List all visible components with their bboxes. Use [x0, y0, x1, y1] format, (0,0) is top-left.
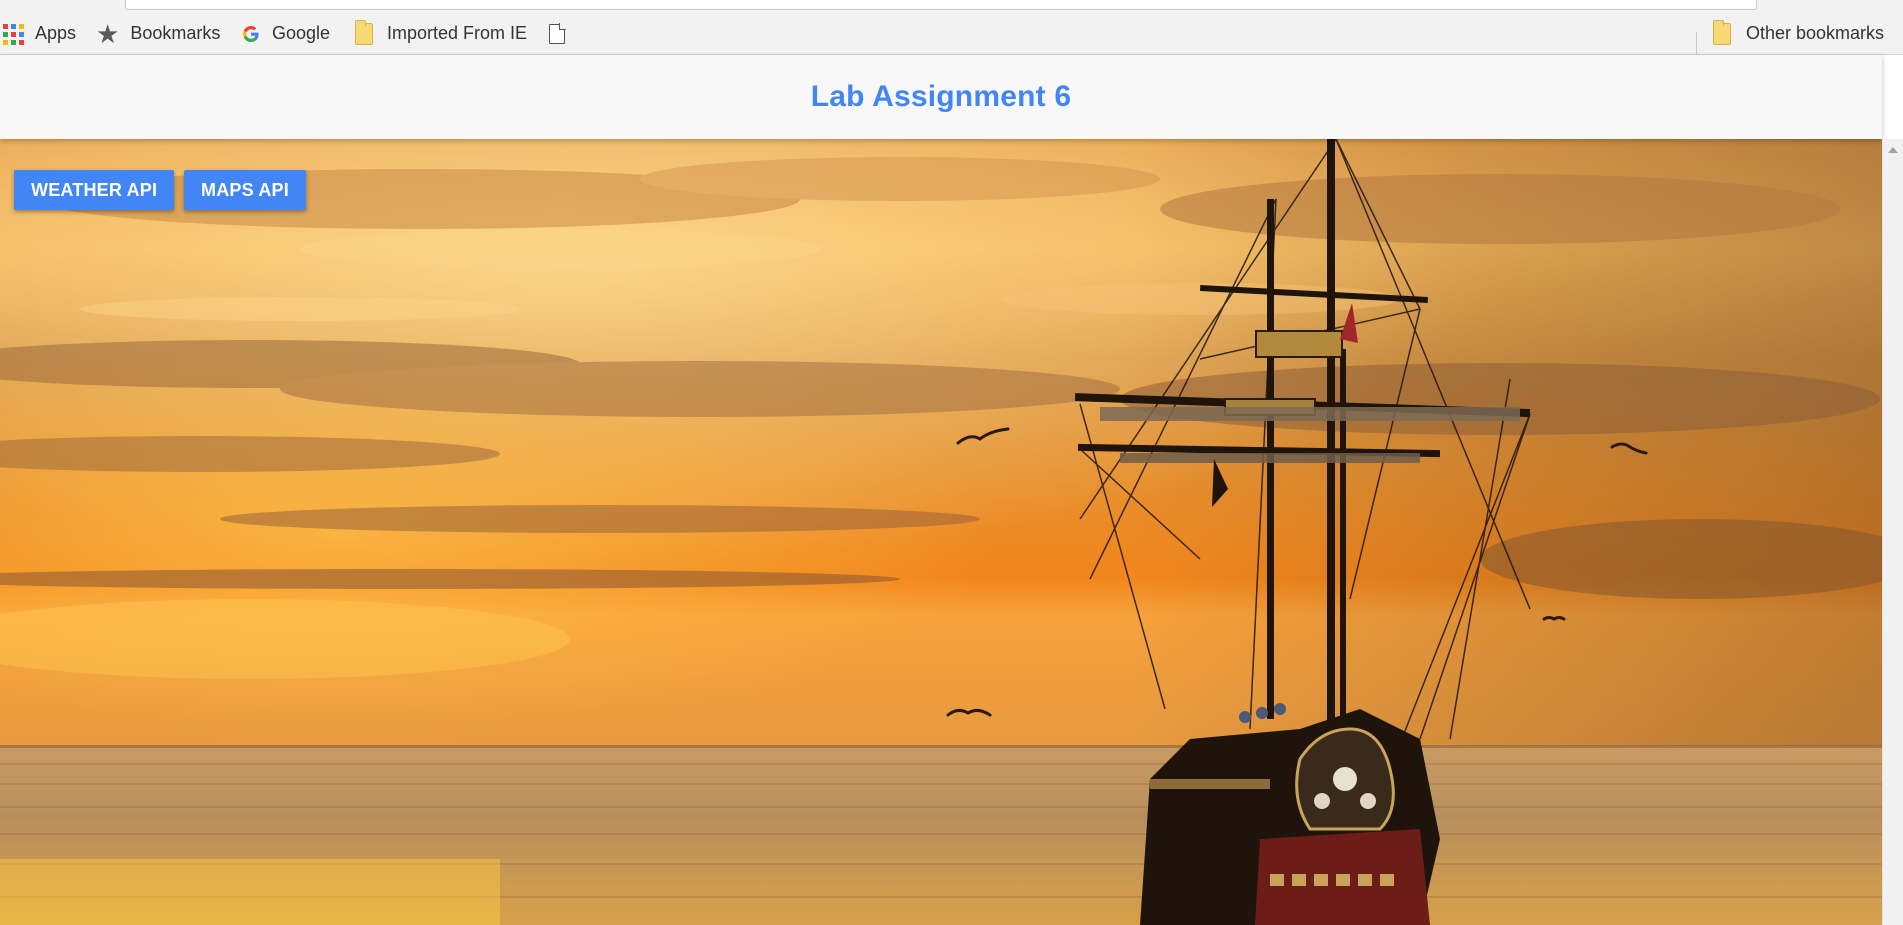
bookmark-google-label: Google — [272, 23, 331, 43]
sunset-ship-image — [0, 139, 1882, 925]
folder-icon — [1713, 19, 1731, 45]
bookmark-google[interactable]: Google — [241, 12, 330, 55]
bookmark-other-label: Other bookmarks — [1746, 23, 1885, 43]
folder-icon — [355, 19, 373, 45]
page-header: Lab Assignment 6 — [0, 55, 1882, 139]
maps-api-button[interactable]: MAPS API — [184, 170, 306, 210]
google-g-icon — [243, 25, 259, 42]
bookmark-bookmarks-label: Bookmarks — [130, 23, 221, 43]
bookmark-apps-label: Apps — [35, 23, 77, 43]
bookmark-other-bookmarks[interactable]: Other bookmarks — [1713, 12, 1884, 55]
bookmark-bookmarks[interactable]: ★ Bookmarks — [96, 12, 220, 55]
bookmarks-bar: Apps ★ Bookmarks Google Imported From IE… — [0, 12, 1903, 59]
bookmark-imported-label: Imported From IE — [387, 23, 528, 43]
weather-api-button[interactable]: WEATHER API — [14, 170, 175, 210]
scroll-up-arrow-icon[interactable] — [1888, 147, 1898, 153]
address-bar[interactable] — [125, 0, 1757, 10]
background-image — [0, 139, 1882, 925]
browser-toolbar — [0, 0, 1903, 12]
vertical-scrollbar[interactable] — [1882, 139, 1903, 925]
bookmark-page[interactable] — [549, 12, 566, 55]
star-icon: ★ — [96, 18, 120, 49]
page-title: Lab Assignment 6 — [810, 80, 1072, 113]
page-icon — [549, 22, 566, 44]
bookmark-imported-from-ie[interactable]: Imported From IE — [355, 12, 527, 55]
apps-grid-icon — [2, 23, 24, 45]
bookmark-apps[interactable]: Apps — [2, 12, 76, 55]
